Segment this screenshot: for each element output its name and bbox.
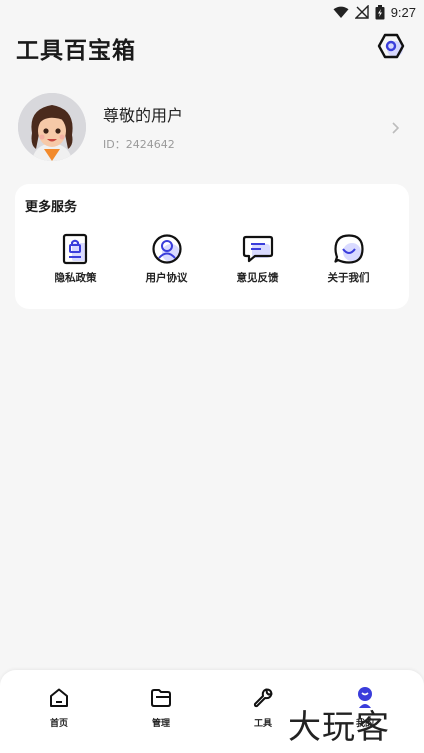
profile-row[interactable]: 尊敬的用户 ID：2424642 bbox=[18, 92, 408, 162]
service-label: 隐私政策 bbox=[54, 272, 97, 284]
services-card: 更多服务 隐私政策 用户协议 意见反馈 关于我们 bbox=[15, 184, 409, 309]
app-screen: 9:27 工具百宝箱 尊敬的用户 ID：2424642 更多服务 隐私政策 用户… bbox=[0, 0, 424, 753]
services-grid: 隐私政策 用户协议 意见反馈 关于我们 bbox=[30, 232, 394, 292]
app-title: 工具百宝箱 bbox=[16, 38, 136, 64]
no-signal-icon bbox=[354, 5, 369, 19]
home-icon bbox=[47, 686, 71, 710]
chevron-right-icon bbox=[388, 120, 402, 134]
nav-label: 工具 bbox=[253, 719, 272, 729]
battery-icon bbox=[375, 4, 385, 20]
service-label: 用户协议 bbox=[145, 272, 188, 284]
nav-label: 管理 bbox=[151, 719, 170, 729]
profile-info: 尊敬的用户 ID：2424642 bbox=[103, 102, 388, 152]
feedback-message-icon bbox=[241, 232, 275, 266]
nav-label: 我的 bbox=[355, 719, 374, 729]
header: 工具百宝箱 bbox=[16, 30, 408, 66]
services-title: 更多服务 bbox=[25, 200, 78, 215]
status-time: 9:27 bbox=[390, 4, 416, 20]
wifi-icon bbox=[333, 6, 349, 19]
settings-hexagon-icon bbox=[376, 31, 406, 65]
avatar-girl-icon bbox=[18, 93, 86, 161]
privacy-lock-icon bbox=[59, 232, 93, 266]
user-icon bbox=[353, 686, 377, 710]
nav-item-home[interactable]: 首页 bbox=[24, 686, 94, 753]
service-user-agreement[interactable]: 用户协议 bbox=[121, 232, 212, 292]
service-feedback[interactable]: 意见反馈 bbox=[212, 232, 303, 292]
nav-item-tools[interactable]: 工具 bbox=[228, 686, 298, 753]
service-label: 关于我们 bbox=[327, 272, 370, 284]
service-about-us[interactable]: 关于我们 bbox=[303, 232, 394, 292]
settings-button[interactable] bbox=[374, 31, 408, 65]
avatar[interactable] bbox=[18, 93, 86, 161]
wrench-icon bbox=[251, 686, 275, 710]
nav-label: 首页 bbox=[49, 719, 68, 729]
profile-name: 尊敬的用户 bbox=[103, 106, 184, 125]
nav-item-mine[interactable]: 我的 bbox=[330, 686, 400, 753]
folder-icon bbox=[149, 686, 173, 710]
service-label: 意见反馈 bbox=[236, 272, 279, 284]
nav-item-manage[interactable]: 管理 bbox=[126, 686, 196, 753]
status-bar: 9:27 bbox=[0, 0, 424, 24]
user-agreement-icon bbox=[150, 232, 184, 266]
bottom-nav: 首页 管理 工具 我的 bbox=[0, 670, 424, 753]
about-chat-icon bbox=[332, 232, 366, 266]
profile-id: ID：2424642 bbox=[103, 138, 175, 151]
service-privacy-policy[interactable]: 隐私政策 bbox=[30, 232, 121, 292]
